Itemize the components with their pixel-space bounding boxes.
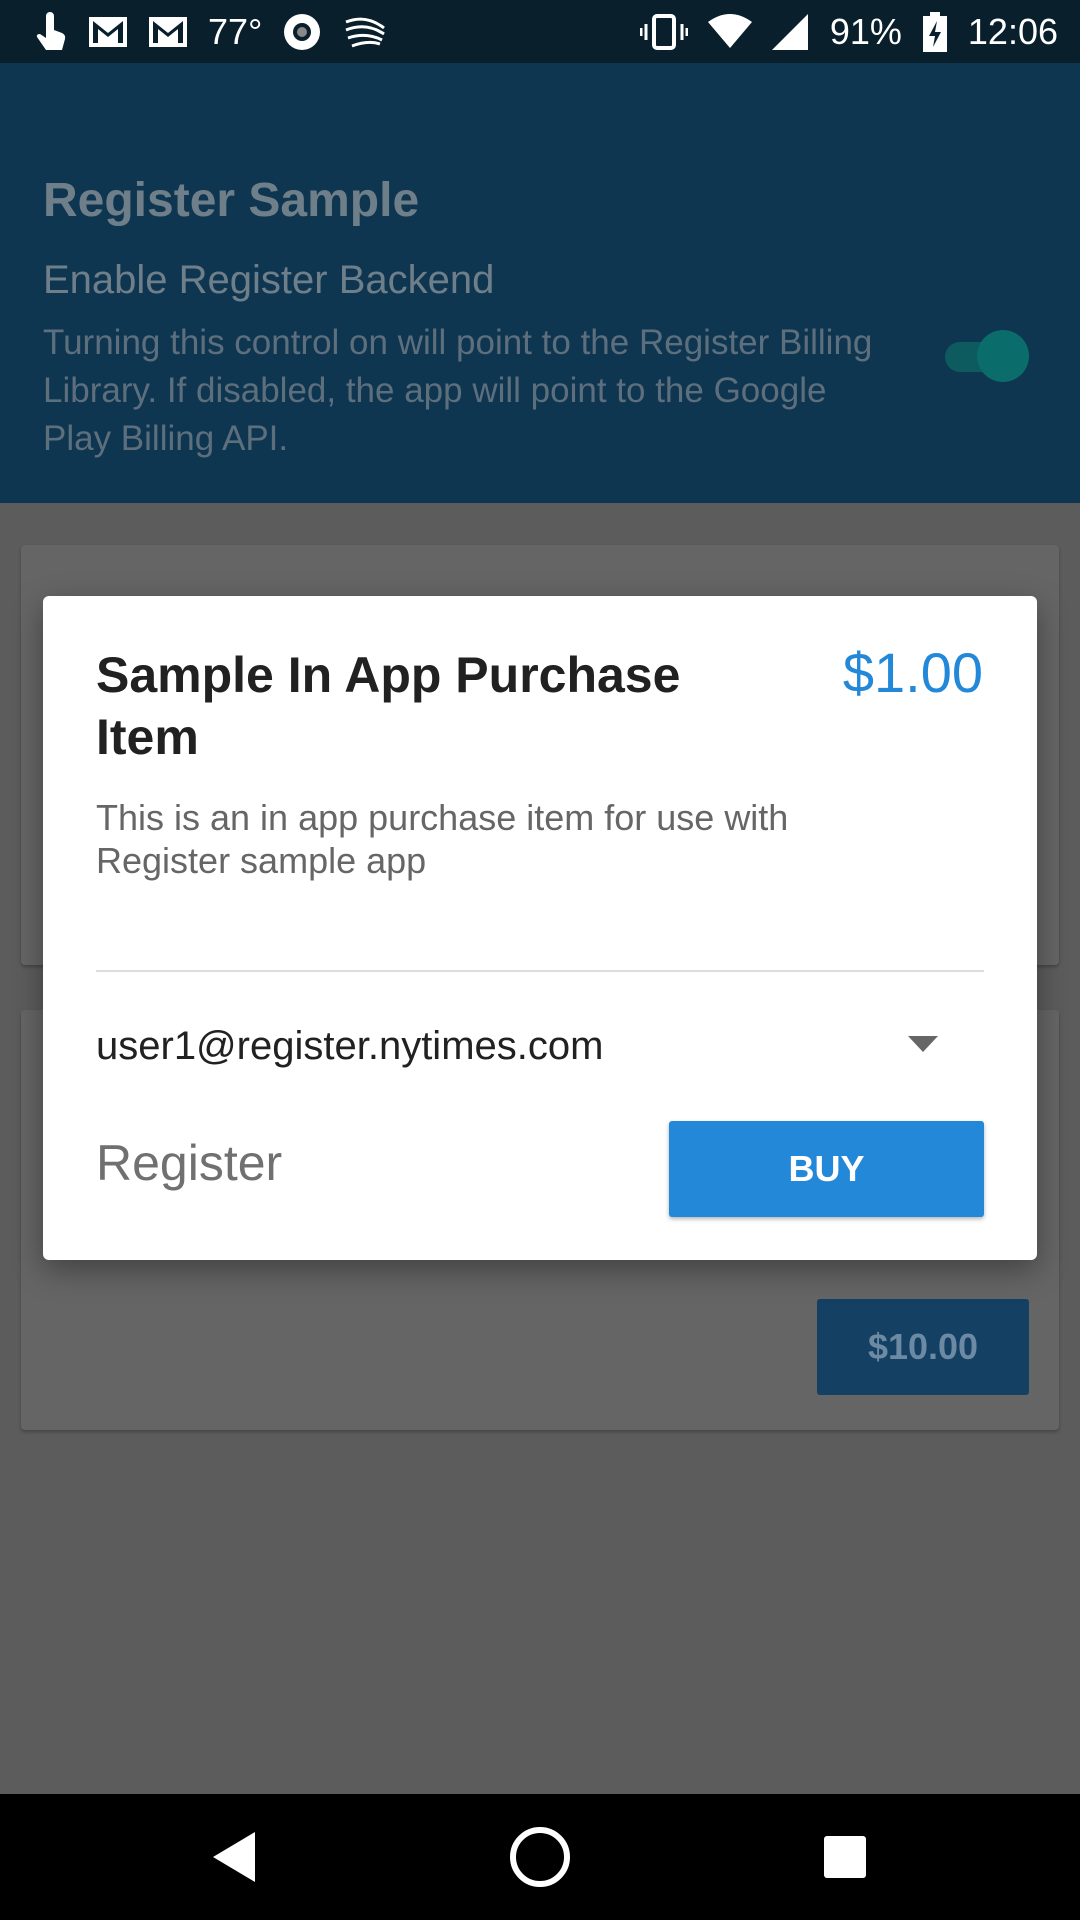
home-button[interactable] xyxy=(505,1794,575,1920)
swiftkey-icon xyxy=(342,14,386,50)
preference-title: Enable Register Backend xyxy=(43,258,495,302)
gmail-icon xyxy=(148,16,188,48)
preference-description: Turning this control on will point to th… xyxy=(43,323,873,458)
battery-percent: 91% xyxy=(829,10,902,52)
wifi-icon xyxy=(707,13,752,50)
status-bar: 77° 91% 12:06 xyxy=(0,0,1080,63)
recents-icon xyxy=(824,1836,866,1878)
gmail-icon xyxy=(88,16,128,48)
back-button[interactable] xyxy=(200,1794,270,1920)
account-selector[interactable]: user1@register.nytimes.com xyxy=(96,1016,984,1076)
battery-charging-icon xyxy=(922,11,948,52)
divider xyxy=(96,970,984,972)
item-description: This is an in app purchase item for use … xyxy=(96,797,789,881)
recents-button[interactable] xyxy=(810,1794,880,1920)
record-icon xyxy=(282,12,322,52)
clock: 12:06 xyxy=(967,10,1058,52)
vibrate-icon xyxy=(639,12,688,52)
signal-icon xyxy=(771,13,810,50)
price-button[interactable]: $10.00 xyxy=(817,1299,1029,1395)
account-email: user1@register.nytimes.com xyxy=(96,1023,604,1068)
back-icon xyxy=(213,1832,255,1882)
item-title: Sample In App Purchase Item xyxy=(96,647,681,765)
temperature-text: 77° xyxy=(208,10,263,52)
buy-button[interactable]: BUY xyxy=(669,1121,984,1217)
enable-register-toggle[interactable] xyxy=(945,328,1029,384)
home-icon xyxy=(510,1827,570,1887)
provider-label: Register xyxy=(96,1135,283,1191)
chevron-down-icon xyxy=(908,1035,938,1057)
navigation-bar xyxy=(0,1794,1080,1920)
app-title: Register Sample xyxy=(43,174,420,227)
item-price: $1.00 xyxy=(842,641,983,704)
touch-icon xyxy=(34,11,68,52)
toggle-thumb xyxy=(977,330,1029,382)
purchase-dialog: Sample In App Purchase Item $1.00 This i… xyxy=(43,596,1037,1260)
app-header: Register Sample Enable Register Backend … xyxy=(0,63,1080,503)
